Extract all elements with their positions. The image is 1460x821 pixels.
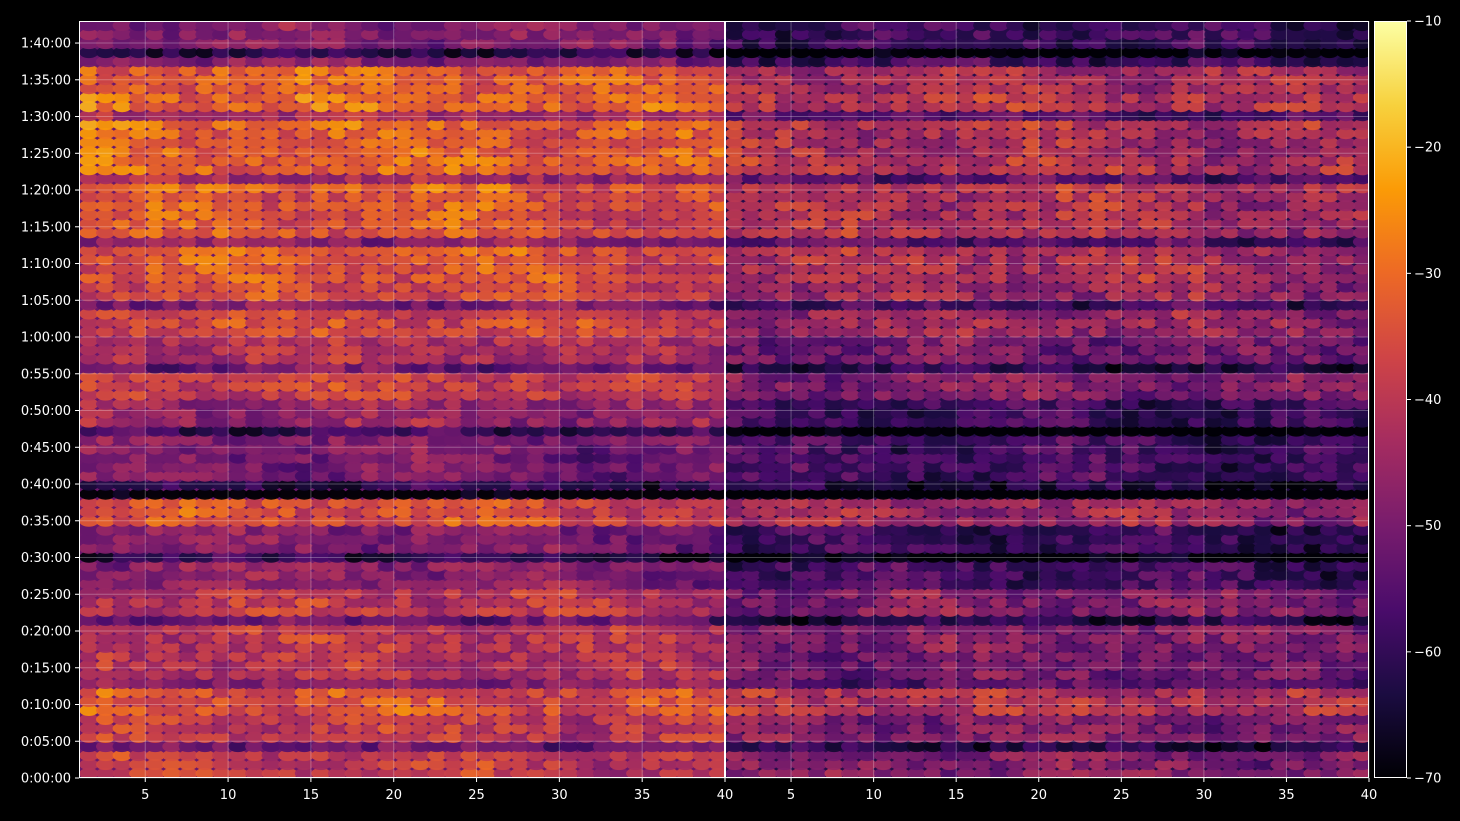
chart-svg: 0:00:000:05:000:10:000:15:000:20:000:25:… (0, 0, 1460, 817)
heatmap-figure: 0:00:000:05:000:10:000:15:000:20:000:25:… (0, 0, 1460, 817)
left-panel (79, 20, 728, 779)
right-panel (725, 20, 1372, 779)
